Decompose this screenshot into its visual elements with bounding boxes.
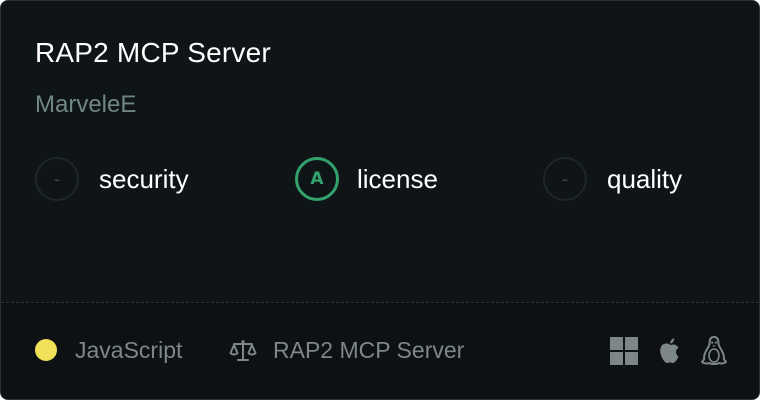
apple-icon xyxy=(660,338,679,364)
security-label: security xyxy=(99,164,189,194)
quality-score: - quality xyxy=(543,155,682,203)
linux-icon xyxy=(701,336,727,365)
quality-label: quality xyxy=(607,164,683,194)
license-label: license xyxy=(357,164,438,194)
license-grade-badge: A xyxy=(295,157,339,201)
license-name: RAP2 MCP Server xyxy=(273,337,465,363)
server-card[interactable]: RAP2 MCP Server MarveleE - security A li… xyxy=(0,0,760,400)
quality-grade-badge: - xyxy=(543,157,587,201)
license-score: A license xyxy=(295,155,438,203)
windows-icon xyxy=(610,337,638,365)
security-score: - security xyxy=(35,155,189,203)
scale-icon xyxy=(229,340,257,361)
card-header-area: RAP2 MCP Server MarveleE - security A li… xyxy=(1,1,759,302)
server-title[interactable]: RAP2 MCP Server xyxy=(35,35,271,71)
author-name[interactable]: MarveleE xyxy=(35,89,136,121)
language-label: JavaScript xyxy=(75,337,183,363)
security-grade-badge: - xyxy=(35,157,79,201)
language-color-dot xyxy=(35,339,57,361)
